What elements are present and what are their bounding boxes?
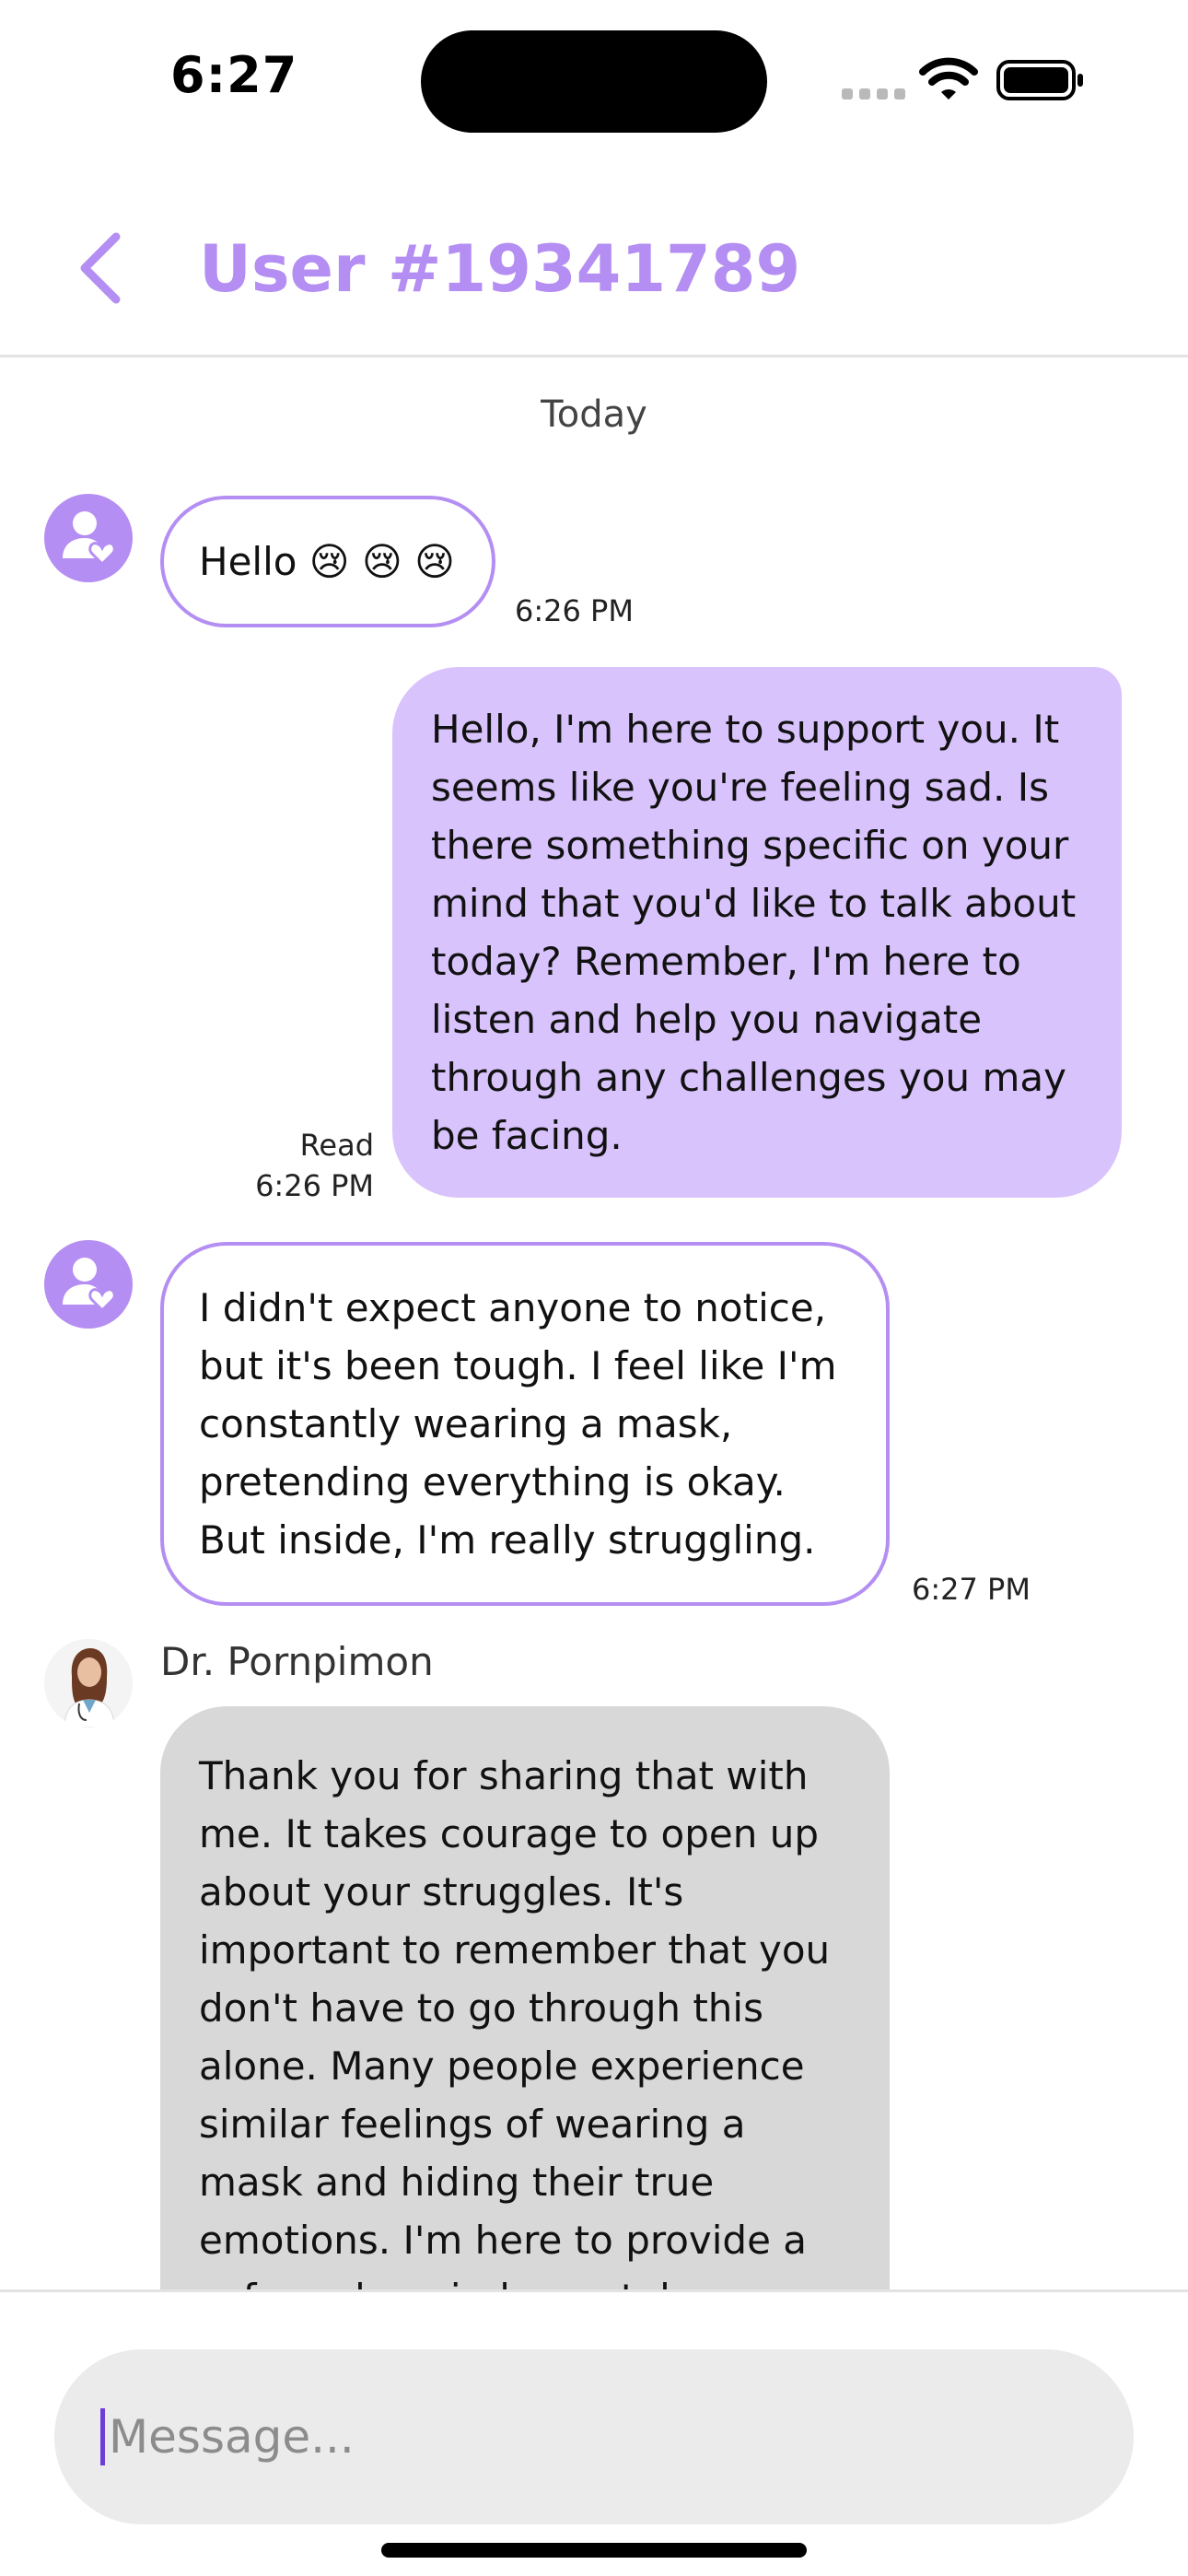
user-heart-icon [63, 1258, 116, 1313]
message-line: me. It takes courage to open up [199, 1811, 819, 1856]
read-receipt: Read [299, 1128, 374, 1163]
date-separator: Today [541, 393, 647, 436]
battery-icon [996, 60, 1083, 100]
chevron-left-icon [80, 232, 121, 304]
wifi-icon [919, 57, 978, 100]
doctor-avatar [44, 1639, 133, 1727]
message-line: through any challenges you may [431, 1055, 1066, 1100]
message-line: alone. Many people experience [199, 2043, 805, 2089]
cellular-signal-icon [842, 81, 906, 100]
user-avatar [44, 1240, 133, 1329]
composer-bar: Message... [0, 2289, 1188, 2576]
message-line: about your struggles. It's [199, 1869, 684, 1914]
message-line: Thank you for sharing that with [199, 1753, 809, 1798]
message-input[interactable]: Message... [54, 2349, 1134, 2524]
message-line: mind that you'd like to talk about [431, 881, 1077, 926]
status-time: 6:27 [170, 46, 298, 104]
message-line: don't have to go through this [199, 1985, 763, 2031]
message-line: Hello 😢 😢 😢 [199, 539, 455, 584]
message-placeholder: Message... [109, 2410, 355, 2464]
message-line: mask and hiding their true [199, 2160, 715, 2205]
message-timestamp: 6:26 PM [255, 1168, 374, 1203]
message-list[interactable]: Today Hello 😢 😢 😢 6:26 PM Read 6:26 PM H… [0, 360, 1188, 2289]
message-line: there something specific on your [431, 823, 1069, 868]
user-avatar [44, 494, 133, 582]
message-line: be facing. [431, 1113, 623, 1158]
message-line: I didn't expect anyone to notice, [199, 1285, 827, 1330]
message-line: today? Remember, I'm here to [431, 939, 1021, 984]
incoming-message-bubble[interactable]: Hello 😢 😢 😢 [160, 496, 495, 627]
doctor-photo [44, 1639, 133, 1727]
message-line: safe and nonjudgmental space [199, 2269, 853, 2289]
page-title: User #19341789 [199, 231, 801, 307]
message-timestamp: 6:27 PM [912, 1572, 1031, 1607]
message-line: Hello, I'm here to support you. It [431, 707, 1060, 752]
message-line: listen and help you navigate [431, 997, 983, 1042]
user-heart-icon [63, 511, 116, 567]
message-line: But inside, I'm really struggling. [199, 1517, 816, 1563]
message-line: similar feelings of wearing a [199, 2102, 746, 2147]
chat-header: User #19341789 [0, 184, 1188, 357]
status-bar: 6:27 [0, 0, 1188, 157]
message-line: but it's been tough. I feel like I'm [199, 1343, 837, 1388]
dynamic-island [421, 30, 767, 133]
outgoing-message-bubble[interactable]: Hello, I'm here to support you. It seems… [392, 667, 1122, 1198]
doctor-message-bubble[interactable]: Thank you for sharing that with me. It t… [160, 1706, 890, 2289]
message-line: pretending everything is okay. [199, 1459, 786, 1505]
message-line: seems like you're feeling sad. Is [431, 765, 1049, 810]
back-button[interactable] [68, 227, 133, 310]
message-timestamp: 6:26 PM [515, 593, 634, 628]
message-line: important to remember that you [199, 1927, 831, 1973]
incoming-message-bubble[interactable]: I didn't expect anyone to notice, but it… [160, 1242, 890, 1606]
home-indicator[interactable] [381, 2543, 807, 2558]
sender-name: Dr. Pornpimon [160, 1639, 434, 1684]
text-caret [100, 2408, 105, 2465]
message-line: constantly wearing a mask, [199, 1401, 733, 1446]
message-line: emotions. I'm here to provide a [199, 2218, 808, 2263]
